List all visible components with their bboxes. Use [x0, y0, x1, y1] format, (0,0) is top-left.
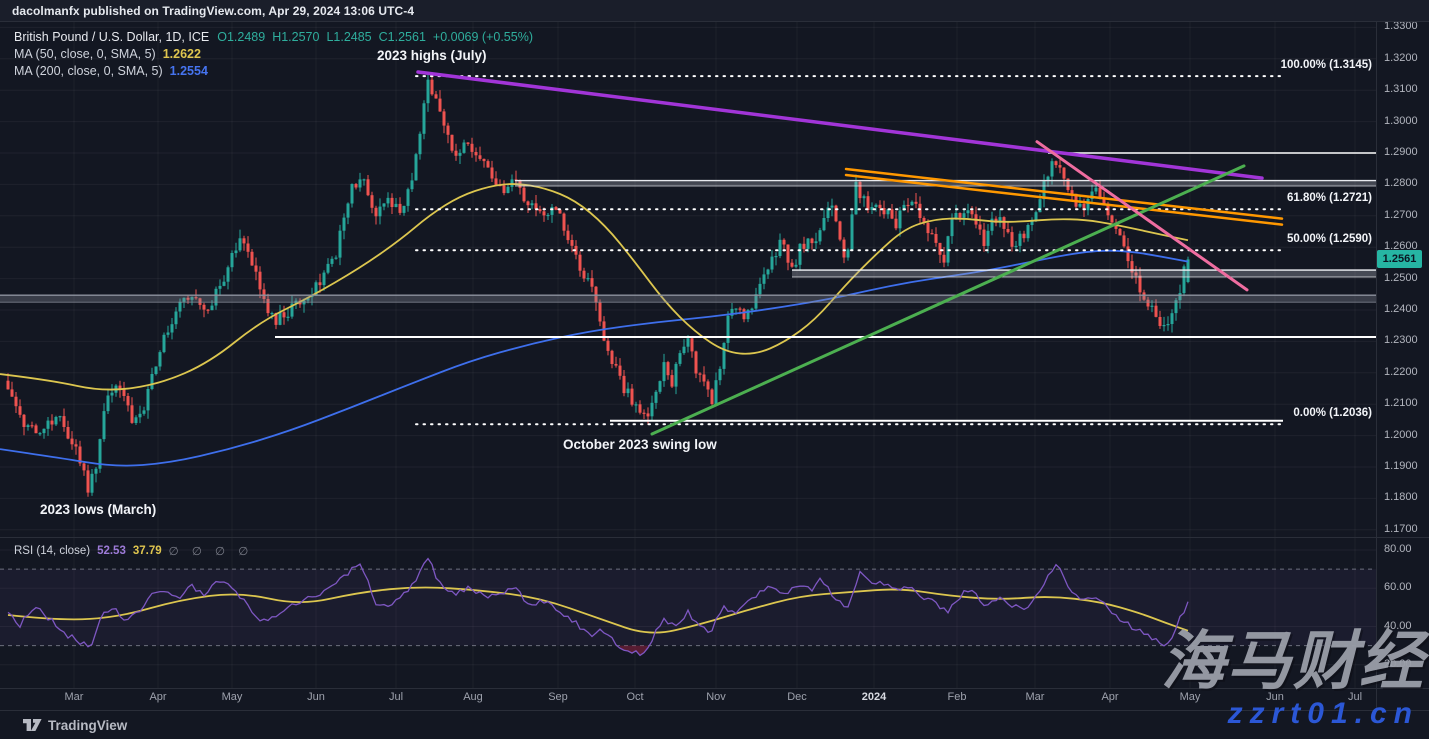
tradingview-logo-icon[interactable] [22, 716, 42, 734]
rsi-axis-label: 80.00 [1384, 543, 1412, 555]
price-axis-label: 1.3200 [1384, 52, 1418, 64]
price-axis-label: 1.2000 [1384, 429, 1418, 441]
time-axis-label: May [1180, 691, 1201, 703]
time-axis-label: Sep [548, 691, 568, 703]
fib-level-label: 0.00% (1.2036) [1293, 407, 1372, 419]
ma200-value: 1.2554 [170, 64, 208, 78]
level-1-2500[interactable] [792, 270, 1376, 277]
price-axis-label: 1.3100 [1384, 83, 1418, 95]
ma50-value: 1.2622 [163, 47, 201, 61]
chart-canvas[interactable] [0, 0, 1429, 739]
ohlc-open: O1.2489 [217, 30, 265, 44]
rsi-axis-label: 20.00 [1384, 658, 1412, 670]
price-axis-label: 1.2900 [1384, 146, 1418, 158]
annotation-oct-swing-low: October 2023 swing low [563, 437, 717, 452]
price-change: +0.0069 (+0.55%) [433, 30, 533, 44]
candlestick-series [7, 72, 1190, 497]
tradingview-brand-text: TradingView [48, 718, 127, 733]
ma200-line [0, 251, 1188, 466]
time-axis-label: Nov [706, 691, 726, 703]
price-axis-label: 1.2500 [1384, 272, 1418, 284]
time-axis-label: Jul [389, 691, 403, 703]
time-axis-label: Dec [787, 691, 807, 703]
ohlc-low: L1.2485 [326, 30, 371, 44]
rsi-legend-row[interactable]: RSI (14, close) 52.53 37.79 ∅ ∅ ∅ ∅ [14, 544, 260, 558]
time-axis-label: Feb [948, 691, 967, 703]
time-axis-label: 2024 [862, 691, 886, 703]
fib-level-label: 50.00% (1.2590) [1287, 233, 1372, 245]
publish-text: dacolmanfx published on TradingView.com,… [12, 4, 414, 18]
fib-level-label: 61.80% (1.2721) [1287, 192, 1372, 204]
ohlc-high: H1.2570 [272, 30, 319, 44]
annotation-2023-highs: 2023 highs (July) [377, 48, 487, 63]
rsi-label: RSI (14, close) [14, 545, 90, 557]
time-axis-label: Oct [626, 691, 643, 703]
ma50-label: MA (50, close, 0, SMA, 5) [14, 47, 156, 61]
price-axis-label: 1.1900 [1384, 460, 1418, 472]
symbol-title: British Pound / U.S. Dollar, 1D, ICE [14, 30, 209, 44]
price-axis-label: 1.2400 [1384, 303, 1418, 315]
price-axis-label: 1.1800 [1384, 491, 1418, 503]
price-axis-label: 1.2700 [1384, 209, 1418, 221]
publish-bar: dacolmanfx published on TradingView.com,… [0, 0, 1429, 22]
ma200-label: MA (200, close, 0, SMA, 5) [14, 64, 163, 78]
time-axis-label: Apr [149, 691, 166, 703]
time-axis-label: Jun [307, 691, 325, 703]
time-axis-label: Mar [1026, 691, 1045, 703]
zone-1-2440[interactable] [0, 295, 1376, 302]
ma200-legend-row[interactable]: MA (200, close, 0, SMA, 5) 1.2554 [14, 62, 533, 79]
annotation-2023-lows: 2023 lows (March) [40, 502, 156, 517]
time-axis-label: Mar [65, 691, 84, 703]
price-axis-label: 1.2300 [1384, 334, 1418, 346]
time-axis-label: Aug [463, 691, 483, 703]
price-axis-label: 1.3000 [1384, 115, 1418, 127]
time-axis-label: May [222, 691, 243, 703]
time-axis-label: Jun [1266, 691, 1284, 703]
fib-level-label: 100.00% (1.3145) [1281, 59, 1372, 71]
tradingview-chart-screen: dacolmanfx published on TradingView.com,… [0, 0, 1429, 739]
price-axis-label: 1.2100 [1384, 397, 1418, 409]
price-axis-label: 1.2800 [1384, 177, 1418, 189]
footer-bar: TradingView [0, 710, 1429, 739]
price-axis-label: 1.2200 [1384, 366, 1418, 378]
ohlc-close: C1.2561 [379, 30, 426, 44]
rsi-ma-value: 37.79 [133, 545, 162, 557]
current-price-badge: 1.2561 [1377, 250, 1422, 268]
price-axis-label: 1.1700 [1384, 523, 1418, 535]
main-pane[interactable] [0, 72, 1376, 497]
rsi-axis-label: 40.00 [1384, 620, 1412, 632]
rsi-value: 52.53 [97, 545, 126, 557]
time-axis-label: Jul [1348, 691, 1362, 703]
rsi-axis-label: 60.00 [1384, 581, 1412, 593]
symbol-row[interactable]: British Pound / U.S. Dollar, 1D, ICE O1.… [14, 28, 533, 45]
rsi-pane[interactable] [0, 559, 1376, 656]
time-axis-label: Apr [1101, 691, 1118, 703]
ma50-line [0, 184, 1188, 390]
rsi-empty-slots: ∅ ∅ ∅ ∅ [169, 544, 254, 558]
descending-trendline-purple[interactable] [418, 72, 1262, 178]
rsi-band [0, 569, 1376, 646]
